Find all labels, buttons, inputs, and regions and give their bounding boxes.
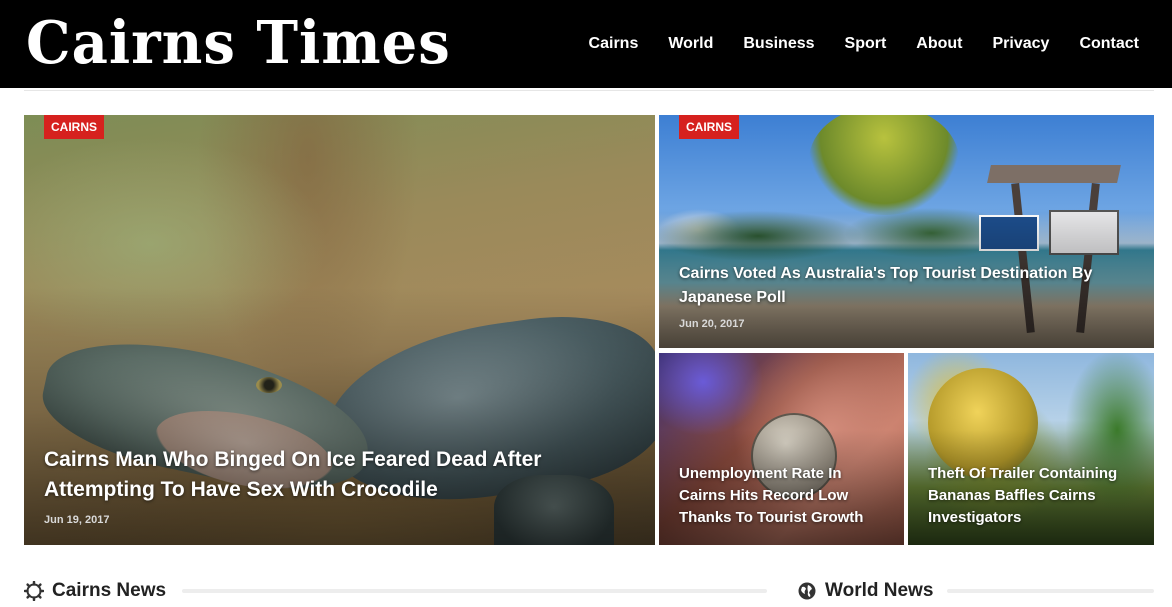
section-title-label: World News <box>825 580 934 601</box>
nav-item-sport[interactable]: Sport <box>830 26 902 62</box>
article-title[interactable]: Unemployment Rate In Cairns Hits Record … <box>679 463 889 529</box>
main-nav: Cairns World Business Sport About Privac… <box>574 26 1154 62</box>
featured-article-bananas[interactable]: Theft Of Trailer Containing Bananas Baff… <box>908 353 1154 545</box>
article-date: Jun 19, 2017 <box>44 514 110 526</box>
section-title-label: Cairns News <box>52 580 167 601</box>
article-title[interactable]: Cairns Man Who Binged On Ice Feared Dead… <box>44 445 604 505</box>
nav-item-cairns[interactable]: Cairns <box>574 26 654 62</box>
header-divider <box>24 90 1154 91</box>
featured-article-main[interactable]: CAIRNS Cairns Man Who Binged On Ice Fear… <box>24 115 655 545</box>
category-badge[interactable]: CAIRNS <box>44 115 105 139</box>
section-world-news[interactable]: World News <box>797 578 933 604</box>
nav-item-about[interactable]: About <box>901 26 977 62</box>
section-cairns-news[interactable]: Cairns News <box>23 578 167 604</box>
site-logo[interactable]: Cairns Times <box>26 6 451 80</box>
article-title[interactable]: Cairns Voted As Australia's Top Tourist … <box>679 262 1119 310</box>
category-badge[interactable]: CAIRNS <box>679 115 740 139</box>
globe-icon <box>797 581 817 601</box>
nav-item-privacy[interactable]: Privacy <box>978 26 1065 62</box>
site-header: Cairns Times Cairns World Business Sport… <box>0 0 1172 88</box>
section-divider <box>947 589 1154 593</box>
section-divider <box>182 589 767 593</box>
nav-item-world[interactable]: World <box>653 26 728 62</box>
article-date: Jun 20, 2017 <box>679 318 745 330</box>
gear-icon <box>23 580 45 602</box>
featured-article-unemployment[interactable]: Unemployment Rate In Cairns Hits Record … <box>659 353 904 545</box>
featured-article-esplanade[interactable]: CAIRNS Cairns Voted As Australia's Top T… <box>659 115 1154 348</box>
nav-item-business[interactable]: Business <box>728 26 829 62</box>
article-title[interactable]: Theft Of Trailer Containing Bananas Baff… <box>928 463 1143 529</box>
nav-item-contact[interactable]: Contact <box>1064 26 1154 62</box>
